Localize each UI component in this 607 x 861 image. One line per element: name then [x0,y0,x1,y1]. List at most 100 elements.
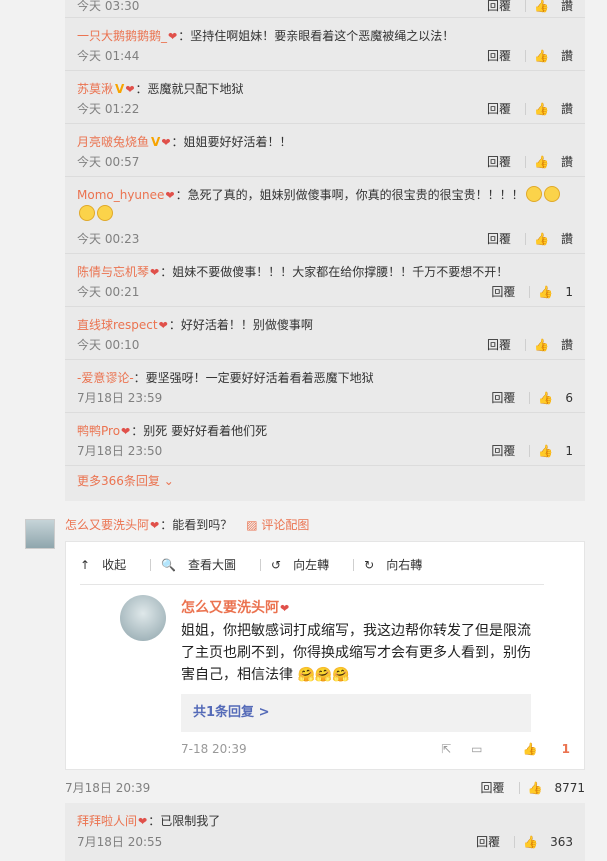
chevron-down-icon: ⌄ [163,474,174,488]
avatar[interactable] [25,519,55,549]
comment-icon: ▭ [471,742,483,756]
more-replies-link[interactable]: 更多366条回复 ⌄ [65,466,585,496]
like-count[interactable]: 8771 [554,781,585,795]
pic-comment-footer: 7-18 20:39 ⇱ ▭ 👍 1 [181,742,570,760]
reply-time: 7月18日 23:59 [77,391,163,405]
reply-button[interactable]: 回覆 [480,779,504,796]
reply-time: 今天 01:22 [77,102,140,116]
reply-time: 今天 00:10 [77,338,140,352]
thumb-up-icon[interactable]: 👍 [528,781,543,795]
reply-button[interactable]: 回覆 [476,833,500,850]
thumb-up-icon[interactable]: 👍 [523,835,538,849]
divider [525,155,527,168]
thumb-up-icon[interactable]: 👍 [534,0,549,13]
like-label[interactable]: 讚 [561,336,573,353]
like-label[interactable]: 讚 [561,100,573,117]
reply-username[interactable]: 陈倩与忘机琴 [77,265,149,279]
reply-button[interactable]: 回覆 [491,442,515,459]
reply-button[interactable]: 回覆 [487,336,511,353]
rotate-right-label[interactable]: 向右轉 [386,558,422,572]
image-toolbar: ↑ 收起 🔍 查看大圖 ↺ 向左轉 ↻ 向右轉 [80,556,446,573]
heart-badge-icon: ❤ [150,519,160,532]
magnifier-icon: 🔍 [161,558,177,572]
comment-time: 7月18日 20:39 [65,781,151,795]
main-comment: 怎么又要洗头阿❤：能看到吗？ ▨ 评论配图 [65,516,309,535]
reply-username[interactable]: Momo_hyunee [77,188,164,202]
divider [525,102,527,115]
comment-pic-label[interactable]: 评论配图 [261,518,309,532]
reply-username[interactable]: 月亮啵兔烧鱼 [77,135,149,149]
thumb-up-icon[interactable]: 👍 [534,232,549,246]
reply-time: 今天 03:30 [77,0,140,13]
heart-badge-icon: ❤ [150,266,160,279]
image-icon: ▨ [246,518,258,532]
reply-username[interactable]: 苏莫湫 [77,82,113,96]
heart-badge-icon: ❤ [280,602,290,615]
like-count[interactable]: 1 [565,285,573,299]
share-icon: ⇱ [441,742,452,756]
thumb-up-icon[interactable]: 👍 [534,49,549,63]
reply-item: 鸭鸭Pro❤：别死 要好好看着他们死 7月18日 23:50 回覆 👍 1 [65,413,585,466]
more-replies-label[interactable]: 更多366条回复 [77,474,160,488]
reply-time: 7月18日 23:50 [77,444,163,458]
reply-time: 今天 00:23 [77,232,140,246]
rotate-left-button[interactable]: ↺ 向左轉 [271,556,341,573]
reply-button[interactable]: 回覆 [487,100,511,117]
thumb-up-icon[interactable]: 👍 [538,391,553,405]
pic-like-value: 1 [561,742,570,756]
reply-text: ：已限制我了 [148,814,221,828]
reply-item: Momo_hyunee❤：急死了真的，姐妹别做傻事啊，你真的很宝贵的很宝贵！！！… [65,177,585,254]
reply-button[interactable]: 回覆 [487,153,511,170]
reply-item: 拜拜啦人间❤：已限制我了 7月18日 20:55 回覆 👍 363 [65,803,585,856]
collapse-button[interactable]: ↑ 收起 [80,556,138,573]
reply-button[interactable]: 回覆 [491,283,515,300]
reply-button[interactable]: 回覆 [487,0,511,14]
heart-badge-icon: ❤ [138,815,148,828]
pic-comment-username: 怎么又要洗头阿 [181,600,279,616]
like-count[interactable]: 363 [550,835,573,849]
reply-time: 今天 00:57 [77,155,140,169]
comment-pic-link[interactable]: ▨ 评论配图 [246,518,309,532]
thumb-up-icon[interactable]: 👍 [534,102,549,116]
comment-image-panel: ↑ 收起 🔍 查看大圖 ↺ 向左轉 ↻ 向右轉 怎么又要洗头阿❤ 姐姐，你把敏感词打成缩… [65,541,585,770]
reply-button[interactable]: 回覆 [487,47,511,64]
thumb-up-icon[interactable]: 👍 [534,155,549,169]
view-large-button[interactable]: 🔍 查看大圖 [161,556,248,573]
reply-username[interactable]: 一只大鹅鹅鹅鹅_ [77,29,167,43]
like-label[interactable]: 讚 [561,47,573,64]
like-label[interactable]: 讚 [561,0,573,14]
reply-username[interactable]: 拜拜啦人间 [77,814,137,828]
thumb-up-icon[interactable]: 👍 [538,285,553,299]
collapse-label[interactable]: 收起 [102,558,126,572]
divider [529,285,531,298]
reply-username[interactable]: 鸭鸭Pro [77,424,120,438]
reply-username[interactable]: 直线球respect [77,318,158,332]
heart-badge-icon: ❤ [168,30,178,43]
reply-button[interactable]: 回覆 [491,389,515,406]
reply-time: 今天 01:44 [77,49,140,63]
rotate-left-label[interactable]: 向左轉 [293,558,329,572]
reply-text: ：别死 要好好看着他们死 [131,424,268,438]
verified-v-icon: V [115,82,125,96]
divider [525,0,527,12]
rotate-right-icon: ↻ [364,558,375,572]
thumb-up-icon[interactable]: 👍 [534,338,549,352]
reply-button[interactable]: 回覆 [487,230,511,247]
like-count[interactable]: 6 [565,391,573,405]
reply-text: ：坚持住啊姐妹！要亲眼看着这个恶魔被绳之以法！ [178,29,455,43]
thumb-up-icon: 👍 [522,742,538,756]
divider [260,558,262,571]
arrow-up-icon: ↑ [80,558,91,572]
pic-replies-link: 共1条回复 > [181,694,531,732]
reply-text: ：要坚强呀！一定要好好活着看着恶魔下地狱 [133,371,374,385]
rotate-right-button[interactable]: ↻ 向右轉 [364,556,434,573]
like-count[interactable]: 1 [565,444,573,458]
reply-username[interactable]: -爱意谬论- [77,371,134,385]
view-large-label[interactable]: 查看大圖 [188,558,236,572]
divider [525,338,527,351]
like-label[interactable]: 讚 [561,230,573,247]
reply-item: 月亮啵兔烧鱼 V❤：姐姐要好好活着！！ 今天 00:57 回覆 👍 讚 [65,124,585,177]
like-label[interactable]: 讚 [561,153,573,170]
comment-username[interactable]: 怎么又要洗头阿 [65,518,149,532]
thumb-up-icon[interactable]: 👍 [538,444,553,458]
